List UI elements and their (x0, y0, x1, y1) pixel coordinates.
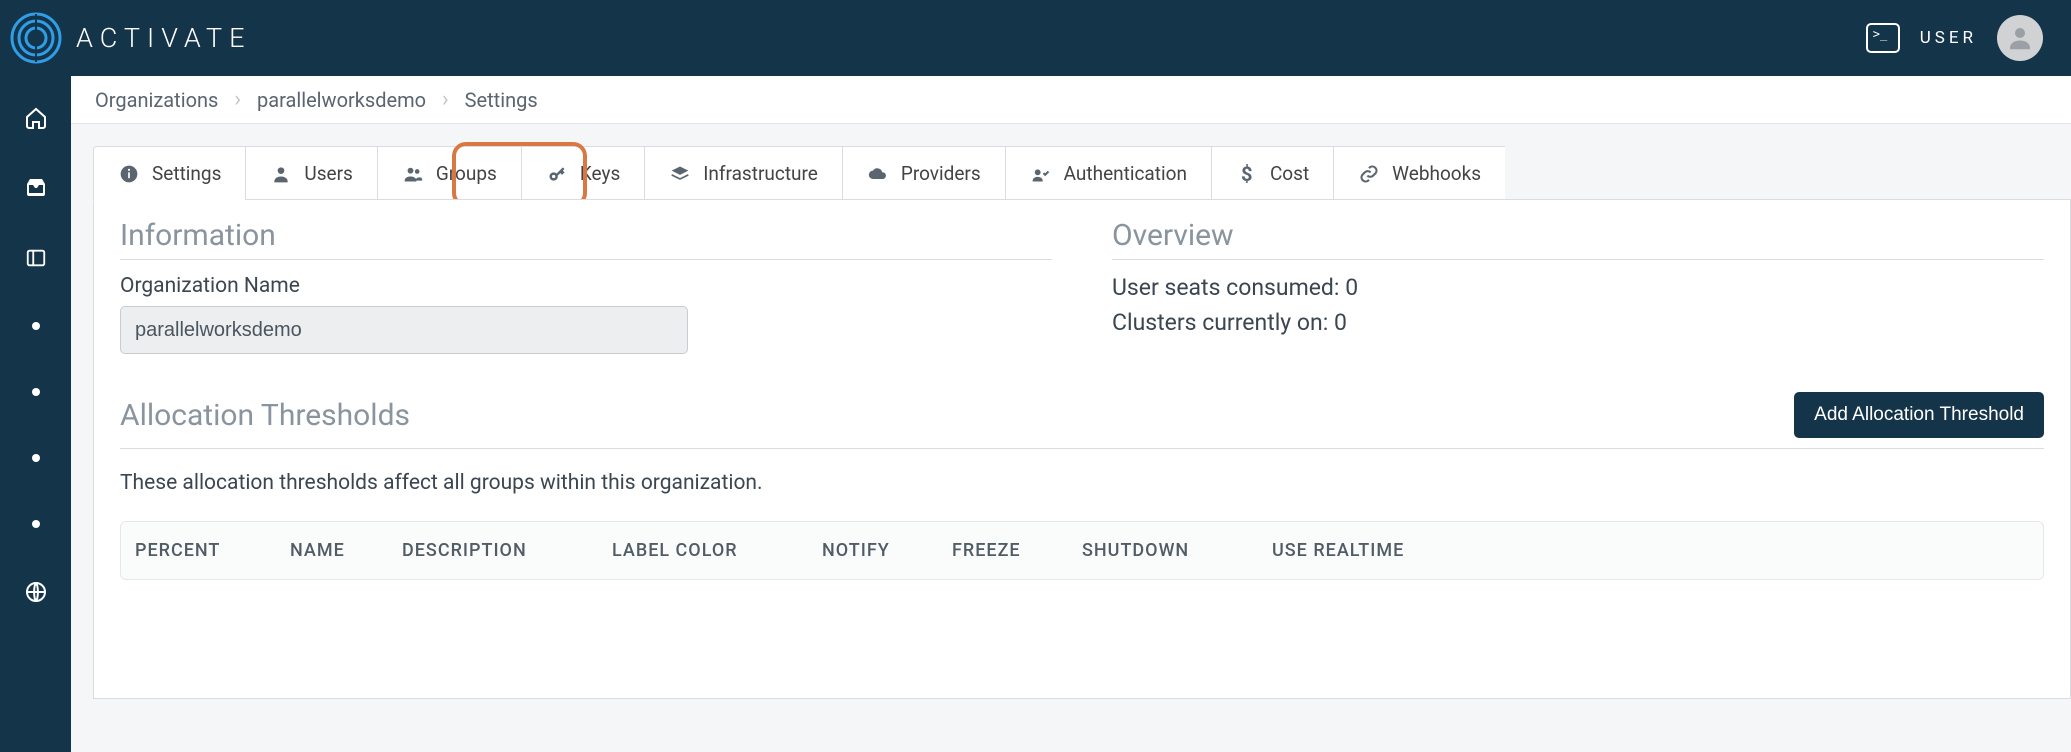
col-notify: NOTIFY (822, 540, 952, 561)
org-name-input[interactable] (120, 306, 688, 354)
tab-label: Users (304, 162, 352, 185)
add-threshold-button[interactable]: Add Allocation Threshold (1794, 392, 2044, 438)
org-name-label: Organization Name (120, 274, 1052, 298)
col-name: NAME (290, 540, 402, 561)
rail-dot-icon[interactable] (32, 520, 40, 528)
tab-label: Settings (152, 162, 221, 185)
tab-cost[interactable]: $ Cost (1211, 146, 1333, 200)
information-title: Information (120, 218, 1052, 260)
terminal-icon[interactable]: >_ (1866, 23, 1900, 53)
tab-users[interactable]: Users (245, 146, 376, 200)
col-freeze: FREEZE (952, 540, 1082, 561)
breadcrumb-item[interactable]: Organizations (95, 88, 218, 112)
thresholds-title: Allocation Thresholds (120, 398, 410, 433)
key-icon (546, 163, 568, 185)
chevron-right-icon: › (442, 87, 449, 112)
rail-dot-icon[interactable] (32, 388, 40, 396)
avatar[interactable] (1997, 15, 2043, 61)
col-description: DESCRIPTION (402, 540, 612, 561)
tab-settings[interactable]: Settings (93, 146, 245, 201)
breadcrumb-item[interactable]: parallelworksdemo (257, 88, 426, 112)
seats-line: User seats consumed: 0 (1112, 274, 2044, 301)
tab-label: Infrastructure (703, 162, 818, 185)
brand-logo-icon (10, 12, 62, 64)
rail-dot-icon[interactable] (32, 454, 40, 462)
col-percent: PERCENT (135, 540, 290, 561)
seats-label: User seats consumed: (1112, 274, 1339, 301)
col-use-realtime: USE REALTIME (1272, 540, 2029, 561)
thresholds-description: These allocation thresholds affect all g… (120, 471, 2044, 495)
user-label[interactable]: USER (1920, 28, 1977, 48)
auth-icon (1030, 163, 1052, 185)
breadcrumb: Organizations › parallelworksdemo › Sett… (71, 76, 2071, 124)
side-rail (0, 76, 71, 752)
home-icon[interactable] (22, 104, 50, 132)
tab-keys[interactable]: Keys (521, 146, 644, 200)
top-bar: ACTIVATE >_ USER (0, 0, 2071, 76)
overview-title: Overview (1112, 218, 2044, 260)
clusters-label: Clusters currently on: (1112, 309, 1328, 336)
info-icon (118, 163, 140, 185)
brand-name: ACTIVATE (76, 22, 252, 54)
svg-text:$: $ (1241, 163, 1252, 185)
layers-icon (669, 163, 691, 185)
settings-panel: Information Organization Name Overview U… (93, 199, 2071, 699)
globe-icon[interactable] (22, 578, 50, 606)
col-label-color: LABEL COLOR (612, 540, 822, 561)
breadcrumb-item[interactable]: Settings (465, 88, 538, 112)
chevron-right-icon: › (234, 87, 241, 112)
user-icon (270, 163, 292, 185)
col-shutdown: SHUTDOWN (1082, 540, 1272, 561)
tab-label: Webhooks (1392, 162, 1481, 185)
clusters-line: Clusters currently on: 0 (1112, 309, 2044, 336)
dollar-icon: $ (1236, 163, 1258, 185)
tab-webhooks[interactable]: Webhooks (1333, 146, 1505, 200)
thresholds-table-header: PERCENT NAME DESCRIPTION LABEL COLOR NOT… (120, 521, 2044, 580)
tab-providers[interactable]: Providers (842, 146, 1005, 200)
tab-label: Groups (436, 162, 497, 185)
users-icon (402, 163, 424, 185)
panel-icon[interactable] (22, 244, 50, 272)
tab-label: Cost (1270, 162, 1309, 185)
clusters-value: 0 (1334, 309, 1347, 336)
tab-bar: Settings Users Groups Keys Infrastructur… (93, 146, 2071, 200)
tab-authentication[interactable]: Authentication (1005, 146, 1211, 200)
inbox-icon[interactable] (22, 174, 50, 202)
tab-label: Authentication (1064, 162, 1187, 185)
seats-value: 0 (1345, 274, 1358, 301)
tab-label: Keys (580, 162, 620, 185)
tab-infrastructure[interactable]: Infrastructure (644, 146, 842, 200)
tab-label: Providers (901, 162, 981, 185)
rail-dot-icon[interactable] (32, 322, 40, 330)
link-icon (1358, 163, 1380, 185)
cloud-icon (867, 163, 889, 185)
brand[interactable]: ACTIVATE (10, 12, 252, 64)
tab-groups[interactable]: Groups (377, 146, 521, 200)
